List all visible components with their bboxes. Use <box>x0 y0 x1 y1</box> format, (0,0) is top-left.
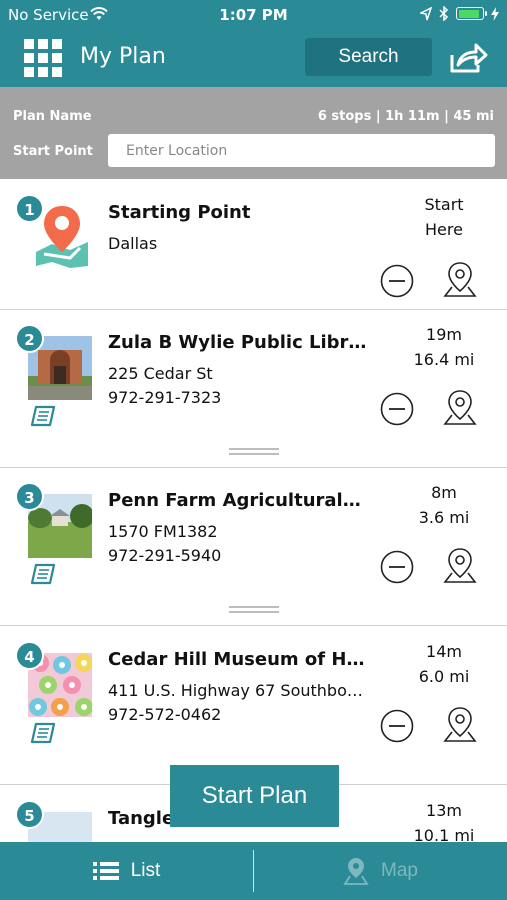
stop-name[interactable]: Zula B Wylie Public Libra… <box>108 332 370 353</box>
stop-address: Dallas <box>108 234 158 253</box>
remove-stop-icon[interactable] <box>380 264 414 298</box>
tab-map-label: Map <box>381 860 418 881</box>
remove-stop-icon[interactable] <box>380 392 414 426</box>
start-location-input[interactable] <box>108 134 495 167</box>
stop-phone[interactable]: 972-291-5940 <box>108 546 221 565</box>
plan-summary: 6 stops | 1h 11m | 45 mi <box>317 109 494 124</box>
charging-icon <box>491 6 499 21</box>
nav-bar: My Plan Search <box>0 30 507 87</box>
stop-phone[interactable]: 972-572-0462 <box>108 705 221 724</box>
list-item[interactable]: 2 Zula B Wylie Public Libra… 225 Cedar S… <box>0 310 507 468</box>
stop-travel-time: 13m <box>426 801 462 820</box>
stop-distance: 16.4 mi <box>413 350 475 369</box>
battery-icon <box>456 7 487 20</box>
stop-number-badge: 2 <box>15 324 44 353</box>
stop-distance: 3.6 mi <box>418 508 470 527</box>
stop-number-badge: 5 <box>15 800 44 829</box>
tab-map[interactable]: Map <box>254 842 507 900</box>
grid-menu-icon[interactable] <box>24 39 62 77</box>
status-icons <box>420 6 499 21</box>
stop-distance: Here <box>425 220 463 239</box>
stop-name[interactable]: Penn Farm Agricultural… <box>108 490 370 511</box>
start-point-label: Start Point <box>13 144 93 159</box>
book-icon[interactable] <box>30 722 56 744</box>
stop-travel-time: Start <box>424 195 464 214</box>
map-pin-icon[interactable] <box>442 388 478 428</box>
stop-travel-time: 14m <box>426 642 462 661</box>
status-bar: No Service 1:07 PM <box>0 0 507 30</box>
search-button[interactable]: Search <box>305 38 432 76</box>
stop-travel-time: 19m <box>426 325 462 344</box>
list-item[interactable]: 4 Cedar Hill Museum of Hi… 411 U.S. High… <box>0 627 507 785</box>
stop-travel-time: 8m <box>431 483 457 502</box>
plan-meta-bar: Plan Name 6 stops | 1h 11m | 45 mi Start… <box>0 87 507 179</box>
page-title: My Plan <box>80 44 166 69</box>
stop-number-badge: 1 <box>15 194 44 223</box>
stop-name[interactable]: Starting Point <box>108 202 370 223</box>
tab-list[interactable]: List <box>0 842 253 900</box>
book-icon[interactable] <box>30 405 56 427</box>
remove-stop-icon[interactable] <box>380 709 414 743</box>
stop-address: 1570 FM1382 <box>108 522 218 541</box>
tab-bar: List Map <box>0 842 507 900</box>
start-plan-button[interactable]: Start Plan <box>170 765 339 827</box>
drag-handle[interactable] <box>229 448 279 455</box>
map-pin-icon[interactable] <box>442 705 478 745</box>
map-pin-icon[interactable] <box>442 546 478 586</box>
stop-number-badge: 4 <box>15 641 44 670</box>
drag-handle[interactable] <box>229 606 279 613</box>
book-icon[interactable] <box>30 563 56 585</box>
list-item[interactable]: 1 Starting Point Dallas Start Here <box>0 180 507 310</box>
stop-distance: 6.0 mi <box>418 667 470 686</box>
map-pin-tab-icon <box>343 858 369 885</box>
stop-number-badge: 3 <box>15 482 44 511</box>
map-pin-icon[interactable] <box>442 260 478 300</box>
remove-stop-icon[interactable] <box>380 550 414 584</box>
list-icon <box>92 862 119 880</box>
tab-list-label: List <box>130 860 161 881</box>
stop-phone[interactable]: 972-291-7323 <box>108 388 221 407</box>
location-arrow-icon <box>420 6 432 20</box>
bluetooth-icon <box>439 6 449 21</box>
stop-address: 411 U.S. Highway 67 Southbou… <box>108 681 370 700</box>
plan-name-label[interactable]: Plan Name <box>13 109 92 124</box>
share-icon[interactable] <box>448 41 488 75</box>
stop-name[interactable]: Cedar Hill Museum of Hi… <box>108 649 370 670</box>
list-item[interactable]: 3 Penn Farm Agricultural… 1570 FM1382 97… <box>0 468 507 626</box>
stop-address: 225 Cedar St <box>108 364 213 383</box>
